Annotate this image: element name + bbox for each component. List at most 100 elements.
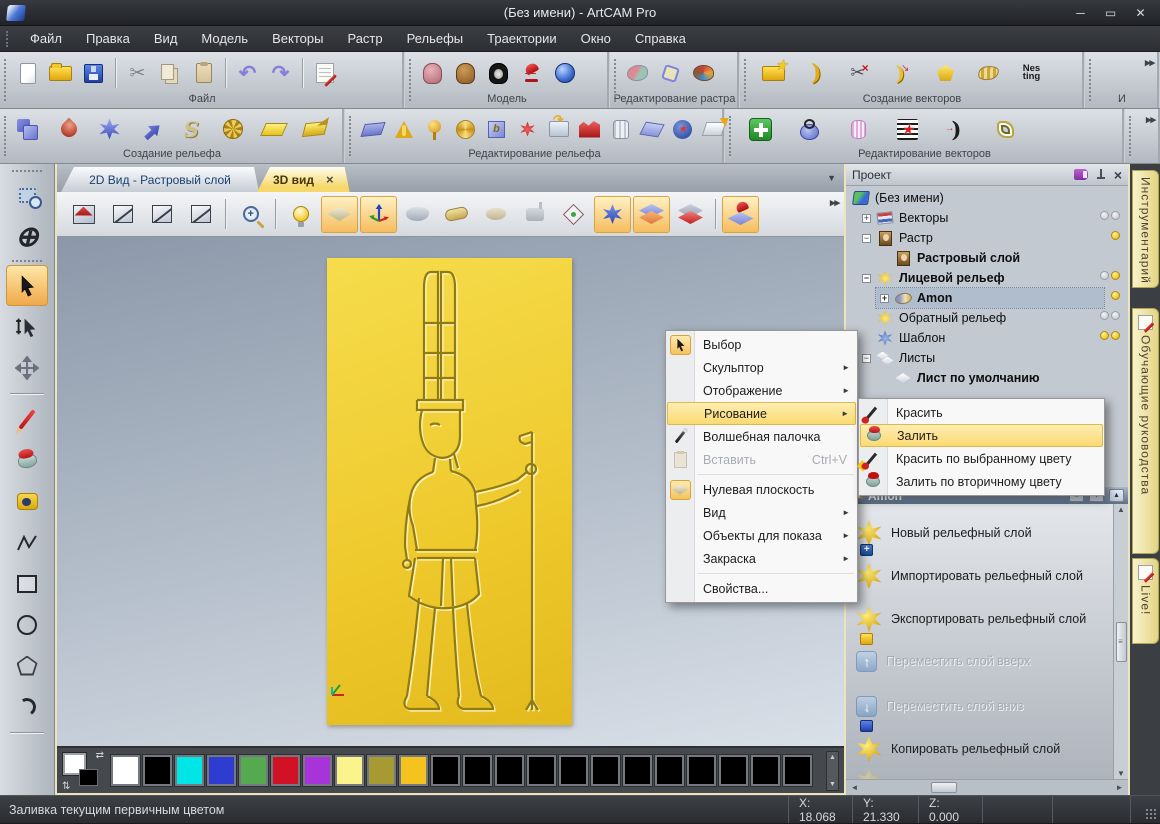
green-plus-icon[interactable] [745, 111, 776, 147]
move-layer-down-button[interactable]: ↓ Переместить слой вниз [856, 691, 1023, 721]
vase-icon[interactable] [794, 111, 825, 147]
export-relief-layer-button[interactable]: Экспортировать рельефный слой [856, 604, 1086, 634]
minimize-button[interactable]: ─ [1066, 3, 1095, 22]
material-block-icon[interactable] [438, 196, 475, 233]
flood-fill-icon[interactable] [6, 440, 48, 481]
menu-file[interactable]: Файл [18, 26, 74, 51]
menu-item-select[interactable]: Выбор [666, 333, 857, 356]
column-grid-icon[interactable] [843, 111, 874, 147]
relief-preview-icon[interactable] [399, 196, 436, 233]
star-smooth-icon[interactable] [594, 196, 631, 233]
close-button[interactable]: ✕ [1126, 3, 1155, 22]
tree-node-default-sheet[interactable]: Лист по умолчанию [846, 368, 1128, 388]
star-waves-icon[interactable] [892, 111, 923, 147]
palette-swatch[interactable] [431, 755, 460, 786]
arc-segment-icon[interactable] [801, 55, 832, 91]
tree-node-raster[interactable]: − Растр [846, 228, 1128, 248]
star-folder-icon[interactable] [758, 55, 789, 91]
round-pin-icon[interactable] [419, 111, 450, 147]
primary-secondary-color-selector[interactable]: ⇄ ⇅ [62, 751, 104, 791]
spiral-s-icon[interactable] [176, 111, 207, 147]
offset-curve-icon[interactable] [887, 55, 918, 91]
menu-item-properties[interactable]: Свойства... [666, 577, 857, 600]
paste-icon[interactable] [188, 55, 219, 91]
expander-icon[interactable]: − [862, 274, 871, 283]
expander-icon[interactable]: + [862, 214, 871, 223]
polygon-tool-icon[interactable] [930, 55, 961, 91]
layer-stack-icon[interactable] [633, 196, 670, 233]
undo-icon[interactable] [232, 55, 263, 91]
render-lamp-icon[interactable] [516, 55, 547, 91]
copy-relief-layer-button[interactable]: Копировать рельефный слой [856, 734, 1060, 764]
model-preview-pink-icon[interactable] [417, 55, 448, 91]
palette-swatch[interactable] [175, 755, 204, 786]
shape-pair-icon[interactable] [12, 111, 43, 147]
menu-item-zero-plane[interactable]: Нулевая плоскость [666, 478, 857, 501]
zoom-in-icon[interactable] [232, 196, 269, 233]
menu-item-view[interactable]: Вид► [666, 501, 857, 524]
nesting-icon[interactable]: Nesting [1016, 55, 1047, 91]
scrollbar-thumb[interactable]: ≡ [1116, 622, 1127, 662]
zero-plane-toggle-icon[interactable] [321, 196, 358, 233]
teardrop-icon[interactable] [53, 111, 84, 147]
close-panel-icon[interactable]: × [1114, 169, 1122, 181]
tree-node-model[interactable]: (Без имени) [846, 188, 1128, 208]
wire-cube-3-icon[interactable] [182, 196, 219, 233]
palette-swatch[interactable] [655, 755, 684, 786]
wrap-curve-icon[interactable] [973, 55, 1004, 91]
arc-nodes-icon[interactable] [941, 111, 972, 147]
menu-item-drawing[interactable]: Рисование► [667, 402, 856, 425]
polyline-icon[interactable] [6, 522, 48, 563]
visibility-bulbs[interactable] [1100, 311, 1120, 320]
rollup-icon[interactable]: ▲ [1109, 489, 1124, 502]
expander-icon[interactable]: − [862, 234, 871, 243]
wire-cube-1-icon[interactable] [104, 196, 141, 233]
scrollbar-thumb[interactable] [931, 782, 957, 793]
tree-node-back-relief[interactable]: Обратный рельеф [846, 308, 1128, 328]
palette-swatch[interactable] [239, 755, 268, 786]
palette-swatch[interactable] [783, 755, 812, 786]
move-layer-up-button[interactable]: ↑ Переместить слой вверх [856, 646, 1030, 676]
fold-sheet-icon[interactable] [299, 111, 330, 147]
copy-icon[interactable] [155, 55, 186, 91]
scroll-right-icon[interactable]: ► [1113, 783, 1126, 792]
palette-swatch[interactable] [271, 755, 300, 786]
visibility-bulbs[interactable] [1111, 231, 1120, 240]
tree-node-amon[interactable]: + Amon [846, 288, 1128, 308]
cube-b-icon[interactable] [481, 111, 512, 147]
new-relief-layer-button[interactable]: + Новый рельефный слой [856, 518, 1032, 548]
ellipse-icon[interactable] [6, 604, 48, 645]
visibility-bulbs[interactable] [1111, 291, 1120, 300]
iso-cube-icon[interactable] [65, 196, 102, 233]
view-toolbar-overflow-icon[interactable]: ▸▸ [830, 196, 839, 209]
toolbar-overflow-icon[interactable]: ▸▸ [1146, 113, 1155, 126]
toolbar-overflow-icon[interactable]: ▸▸ [1145, 56, 1154, 69]
palette-swatch[interactable] [143, 755, 172, 786]
tree-node-sheets[interactable]: − Листы [846, 348, 1128, 368]
visibility-bulbs[interactable] [1100, 271, 1120, 280]
amon-horizontal-scrollbar[interactable]: ◄ ► [846, 779, 1128, 795]
weave-icon[interactable] [217, 111, 248, 147]
layer-stack-red-icon[interactable] [672, 196, 709, 233]
zoom-window-icon[interactable] [6, 175, 48, 216]
secondary-color-swatch[interactable] [79, 769, 98, 786]
notes-icon[interactable] [309, 55, 340, 91]
tab-live[interactable]: Live! [1132, 558, 1159, 644]
menu-item-display[interactable]: Отображение► [666, 379, 857, 402]
tab-tutorials[interactable]: Обучающие руководства [1132, 308, 1159, 554]
menu-item-paste[interactable]: Вставить Ctrl+V [666, 448, 857, 471]
palette-swatch[interactable] [591, 755, 620, 786]
palette-swatch[interactable] [495, 755, 524, 786]
swap-colors-icon[interactable]: ⇄ [96, 751, 104, 761]
paint-blob-icon[interactable] [622, 55, 653, 91]
tab-close-icon[interactable]: × [326, 172, 334, 187]
palette-swatch[interactable] [559, 755, 588, 786]
palette-swatch[interactable] [399, 755, 428, 786]
menu-raster[interactable]: Растр [335, 26, 394, 51]
transform-icon[interactable] [6, 347, 48, 388]
cut-icon[interactable] [122, 55, 153, 91]
tab-2d-view[interactable]: 2D Вид - Растровый слой [61, 167, 259, 192]
column-cage-icon[interactable] [605, 111, 636, 147]
scroll-down-icon[interactable]: ▼ [1117, 769, 1125, 778]
resize-grip[interactable] [1130, 796, 1160, 823]
